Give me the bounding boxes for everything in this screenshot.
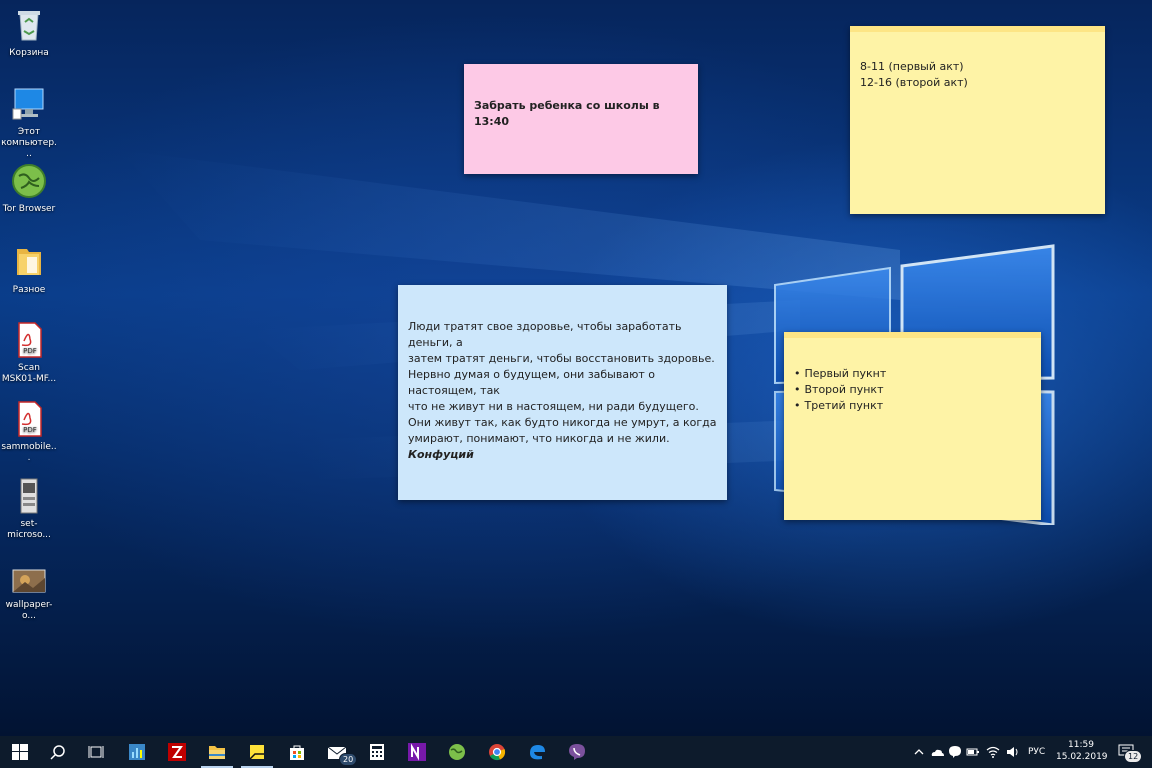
sticky-note-checklist[interactable]: Первый пукнт Второй пункт Третий пункт <box>784 332 1041 520</box>
note-line: Они живут так, как будто никогда не умру… <box>408 416 717 429</box>
taskbar-tor-browser[interactable] <box>437 736 477 768</box>
search-icon <box>50 745 65 760</box>
installer-file-icon <box>11 477 47 515</box>
tor-browser-icon <box>449 744 465 760</box>
folder-icon <box>11 243 47 281</box>
onedrive-icon[interactable] <box>930 745 944 759</box>
store-icon <box>290 745 304 760</box>
taskbar-file-explorer[interactable] <box>197 736 237 768</box>
taskbar-chrome[interactable] <box>477 736 517 768</box>
note-line: 8-11 (первый акт) <box>860 60 964 73</box>
pdf-file-icon: PDF <box>11 400 47 438</box>
taskbar-calculator[interactable] <box>357 736 397 768</box>
tor-browser-icon <box>11 162 47 200</box>
desktop-icon-scan-pdf[interactable]: PDF Scan MSK01-MF... <box>0 321 58 385</box>
desktop-icon-recycle-bin[interactable]: Корзина <box>0 6 58 59</box>
desktop-icon-folder[interactable]: Разное <box>0 243 58 296</box>
calculator-icon <box>370 744 384 760</box>
svg-text:PDF: PDF <box>23 347 37 355</box>
pdf-file-icon: PDF <box>11 321 47 359</box>
desktop-icon-label: set-microso... <box>7 519 51 540</box>
svg-text:PDF: PDF <box>23 426 37 434</box>
sticky-notes-icon <box>249 745 264 760</box>
desktop-icon-label: sammobile... <box>1 442 57 463</box>
taskbar-viber[interactable] <box>557 736 597 768</box>
notification-count-badge: 12 <box>1124 750 1143 763</box>
viber-icon <box>569 744 585 760</box>
note-line: 12-16 (второй акт) <box>860 76 968 89</box>
taskbar-store[interactable] <box>277 736 317 768</box>
sticky-note-schedule[interactable]: 8-11 (первый акт) 12-16 (второй акт) <box>850 26 1105 214</box>
battery-icon[interactable] <box>966 745 980 759</box>
desktop-icon-label: Корзина <box>9 48 49 58</box>
chrome-icon <box>489 744 506 761</box>
clock-date: 15.02.2019 <box>1056 752 1108 762</box>
task-manager-icon <box>129 744 145 760</box>
list-item: Третий пункт <box>794 398 1031 414</box>
taskbar-filezilla[interactable] <box>157 736 197 768</box>
list-item: Первый пукнт <box>794 366 1031 382</box>
this-pc-icon <box>11 85 47 123</box>
quote-author: Конфуций <box>408 448 474 461</box>
wifi-icon[interactable] <box>986 745 1000 759</box>
start-icon <box>12 744 28 760</box>
taskbar-task-manager[interactable] <box>117 736 157 768</box>
note-text[interactable]: Забрать ребенка со школы в 13:40 <box>464 64 698 130</box>
sticky-note-quote[interactable]: Люди тратят свое здоровье, чтобы заработ… <box>398 285 727 500</box>
mail-unread-badge: 20 <box>339 753 358 766</box>
note-line: умирают, понимают, что никогда и не жили… <box>408 432 670 445</box>
desktop-icon-label: Scan MSK01-MF... <box>1 363 57 384</box>
desktop-icon-label: wallpaper-o... <box>5 600 53 621</box>
note-body[interactable]: Люди тратят свое здоровье, чтобы заработ… <box>398 285 727 463</box>
desktop-icon-this-pc[interactable]: Этот компьютер... <box>0 85 58 160</box>
list-item: Второй пункт <box>794 382 1031 398</box>
taskbar-edge[interactable] <box>517 736 557 768</box>
search-button[interactable] <box>38 736 78 768</box>
task-view-icon <box>88 746 104 758</box>
desktop-icon-label: Tor Browser <box>2 204 56 214</box>
clock[interactable]: 11:59 15.02.2019 <box>1056 739 1108 763</box>
desktop-icon-installer[interactable]: set-microso... <box>0 477 58 541</box>
task-view-button[interactable] <box>76 736 116 768</box>
taskbar: 20 РУС 11:59 15.02.2019 12 <box>0 736 1152 768</box>
image-file-icon <box>11 558 47 596</box>
start-button[interactable] <box>0 736 40 768</box>
note-body[interactable]: Первый пукнт Второй пункт Третий пункт <box>784 338 1041 414</box>
desktop-icon-label: Этот компьютер... <box>1 127 57 159</box>
bullet-list: Первый пукнт Второй пункт Третий пункт <box>794 366 1031 414</box>
desktop-icon-sammobile-pdf[interactable]: PDF sammobile... <box>0 400 58 464</box>
filezilla-icon <box>168 743 186 761</box>
note-line: затем тратят деньги, чтобы восстановить … <box>408 352 715 365</box>
note-line: Люди тратят свое здоровье, чтобы заработ… <box>408 320 682 349</box>
desktop-icon-tor-browser[interactable]: Tor Browser <box>0 162 58 215</box>
viber-tray-icon[interactable] <box>948 745 962 759</box>
note-body[interactable]: 8-11 (первый акт) 12-16 (второй акт) <box>850 32 1105 91</box>
desktop-icon-wallpaper[interactable]: wallpaper-o... <box>0 558 58 622</box>
file-explorer-icon <box>209 746 225 759</box>
onenote-icon <box>408 743 426 761</box>
language-indicator[interactable]: РУС <box>1028 747 1045 757</box>
desktop: Корзина Этот компьютер... Tor Browser Ра… <box>0 0 1152 736</box>
clock-time: 11:59 <box>1068 740 1094 750</box>
recycle-bin-icon <box>11 6 47 44</box>
chevron-up-icon[interactable] <box>912 745 926 759</box>
note-line: что не живут ни в настоящем, ни ради буд… <box>408 400 699 413</box>
taskbar-onenote[interactable] <box>397 736 437 768</box>
action-center-button[interactable]: 12 <box>1116 741 1146 763</box>
taskbar-sticky-notes[interactable] <box>237 736 277 768</box>
volume-icon[interactable] <box>1006 745 1020 759</box>
desktop-icon-label: Разное <box>12 285 46 295</box>
sticky-note-reminder[interactable]: Забрать ребенка со школы в 13:40 <box>464 64 698 174</box>
taskbar-mail[interactable]: 20 <box>317 736 358 768</box>
note-line: Нервно думая о будущем, они забывают о н… <box>408 368 655 397</box>
edge-icon <box>530 745 545 760</box>
